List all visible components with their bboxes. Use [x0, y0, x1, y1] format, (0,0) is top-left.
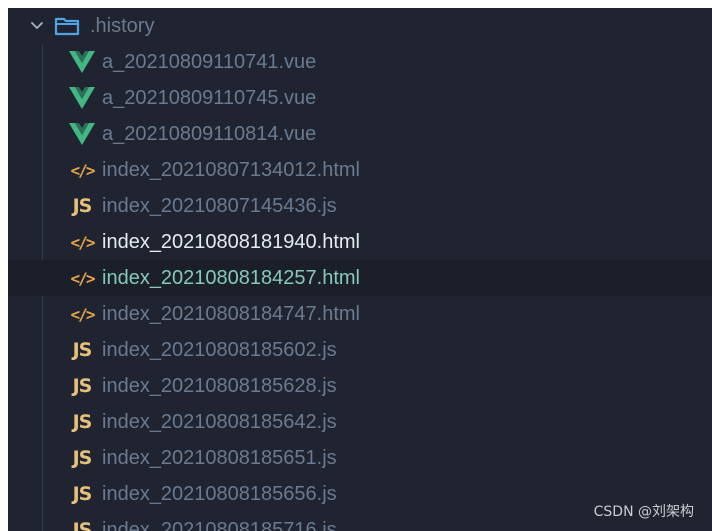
file-row[interactable]: </> index_20210808181940.html: [8, 224, 712, 260]
html-icon-glyph: </>: [70, 268, 96, 288]
file-name: a_20210809110741.vue: [102, 51, 317, 73]
file-row[interactable]: </> index_20210808184747.html: [8, 296, 712, 332]
chevron-down-icon[interactable]: [30, 19, 44, 33]
vue-icon: [68, 121, 96, 147]
html-icon-glyph: </>: [70, 304, 96, 324]
file-row[interactable]: a_20210809110745.vue: [8, 80, 712, 116]
folder-row-history[interactable]: .history: [8, 8, 712, 44]
file-name: index_20210808185651.js: [102, 447, 337, 469]
html-icon: </>: [68, 301, 96, 327]
js-icon-glyph: JS: [72, 447, 93, 469]
file-name: index_20210807145436.js: [102, 195, 337, 217]
js-icon: JS: [68, 445, 96, 471]
js-icon-glyph: JS: [72, 375, 93, 397]
html-icon: </>: [68, 265, 96, 291]
file-name: index_20210808185602.js: [102, 339, 337, 361]
file-name: index_20210808185716.js: [102, 519, 337, 531]
folder-label: .history: [90, 15, 155, 37]
folder-icon: [54, 17, 80, 36]
vue-icon: [68, 85, 96, 111]
file-name: index_20210808184747.html: [102, 303, 360, 325]
file-name: index_20210808185628.js: [102, 375, 337, 397]
file-name: index_20210808184257.html: [102, 267, 360, 289]
file-row[interactable]: JS index_20210807145436.js: [8, 188, 712, 224]
file-row[interactable]: </> index_20210807134012.html: [8, 152, 712, 188]
file-row[interactable]: JS index_20210808185651.js: [8, 440, 712, 476]
file-row[interactable]: JS index_20210808185602.js: [8, 332, 712, 368]
html-icon-glyph: </>: [70, 232, 96, 252]
file-explorer-panel: .history a_20210809110741.vue a_202108091…: [8, 8, 712, 531]
watermark: CSDN @刘架构: [593, 504, 694, 520]
screenshot-frame: .history a_20210809110741.vue a_202108091…: [0, 0, 712, 531]
file-row[interactable]: a_20210809110741.vue: [8, 44, 712, 80]
js-icon-glyph: JS: [72, 519, 93, 531]
js-icon: JS: [68, 481, 96, 507]
js-icon: JS: [68, 337, 96, 363]
js-icon-glyph: JS: [72, 195, 93, 217]
file-name: a_20210809110814.vue: [102, 123, 317, 145]
html-icon: </>: [68, 229, 96, 255]
js-icon: JS: [68, 517, 96, 531]
js-icon: JS: [68, 373, 96, 399]
file-row[interactable]: a_20210809110814.vue: [8, 116, 712, 152]
vue-icon: [68, 49, 96, 75]
js-icon: JS: [68, 409, 96, 435]
js-icon-glyph: JS: [72, 483, 93, 505]
js-icon-glyph: JS: [72, 339, 93, 361]
file-row[interactable]: JS index_20210808185642.js: [8, 404, 712, 440]
file-name: a_20210809110745.vue: [102, 87, 317, 109]
html-icon-glyph: </>: [70, 160, 96, 180]
file-row[interactable]: JS index_20210808185628.js: [8, 368, 712, 404]
file-name: index_20210807134012.html: [102, 159, 360, 181]
file-row[interactable]: </> index_20210808184257.html: [8, 260, 712, 296]
file-name: index_20210808185656.js: [102, 483, 337, 505]
js-icon: JS: [68, 193, 96, 219]
html-icon: </>: [68, 157, 96, 183]
file-name: index_20210808181940.html: [102, 231, 360, 253]
file-name: index_20210808185642.js: [102, 411, 337, 433]
js-icon-glyph: JS: [72, 411, 93, 433]
